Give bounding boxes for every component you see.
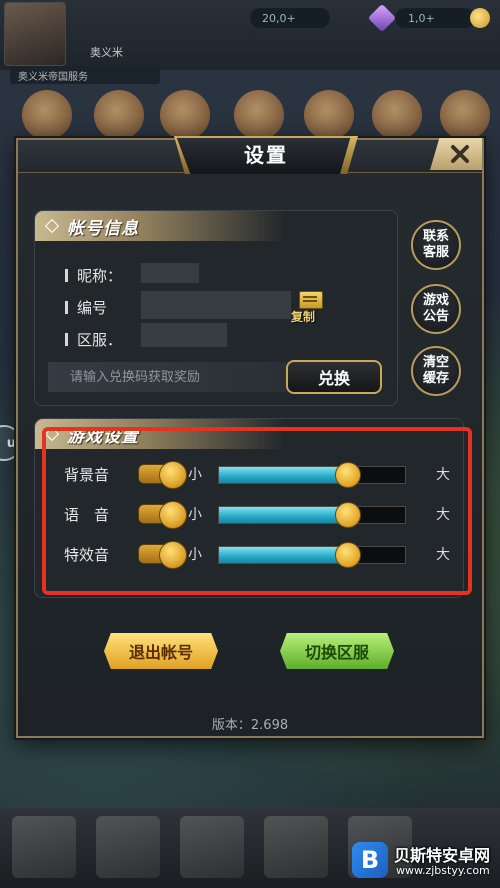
volume-slider[interactable] xyxy=(218,502,406,528)
audio-label: 语 音 xyxy=(64,506,110,524)
copy-id-button[interactable]: 复制 xyxy=(291,291,331,327)
bullet-bar xyxy=(65,301,68,314)
volume-max-label: 大 xyxy=(436,547,450,563)
redeem-button[interactable]: 兑换 xyxy=(286,360,382,394)
toggle-knob xyxy=(159,461,187,489)
nickname-label: 昵称： xyxy=(77,267,123,285)
clear-cache-button[interactable]: 清空 缓存 xyxy=(411,346,461,396)
nickname-value-masked xyxy=(141,263,199,283)
watermark-url: www.zjbstyy.com xyxy=(396,864,490,877)
close-x-icon xyxy=(451,145,469,163)
redeem-code-input[interactable] xyxy=(48,362,286,392)
audio-toggle[interactable] xyxy=(138,501,187,529)
contact-support-label: 联系 客服 xyxy=(422,229,449,260)
volume-slider-handle[interactable] xyxy=(335,502,362,528)
volume-slider[interactable] xyxy=(218,542,406,568)
volume-slider-handle[interactable] xyxy=(335,462,362,488)
nav-tile[interactable] xyxy=(12,816,76,878)
audio-label: 特效音 xyxy=(64,546,110,564)
hero-portrait[interactable] xyxy=(22,90,72,140)
audio-row: 背景音 小 大 xyxy=(62,461,462,489)
gem-icon xyxy=(367,3,397,33)
hero-portrait[interactable] xyxy=(304,90,354,140)
volume-max-label: 大 xyxy=(436,507,450,523)
hero-portrait[interactable] xyxy=(160,90,210,140)
top-hud: 奥义米 20,0+ 1,0+ xyxy=(0,0,500,70)
audio-toggle[interactable] xyxy=(138,541,187,569)
audio-toggle[interactable] xyxy=(138,461,187,489)
volume-slider[interactable] xyxy=(218,462,406,488)
settings-dialog: 设置 帐号信息 昵称： 编号 区服． 复制 兑换 xyxy=(16,136,484,738)
dialog-title: 设置 xyxy=(244,143,288,167)
watermark-title: 贝斯特安卓网 xyxy=(394,846,491,865)
copy-icon xyxy=(299,291,323,309)
player-name: 奥义米 xyxy=(90,46,123,59)
resource-pill-2 xyxy=(395,8,475,28)
bullet-bar xyxy=(65,269,68,282)
id-label: 编号 xyxy=(77,299,108,317)
section-title-game: 游戏设置 xyxy=(67,427,139,447)
version-text: 版本：2.698 xyxy=(211,718,289,733)
id-value-masked xyxy=(141,291,291,319)
resource-value-2: 1,0+ xyxy=(408,12,435,25)
volume-min-label: 小 xyxy=(188,547,202,563)
contact-support-button[interactable]: 联系 客服 xyxy=(411,220,461,270)
resource-value-1: 20,0+ xyxy=(262,12,296,25)
watermark-logo: B xyxy=(352,842,388,878)
volume-slider-fill xyxy=(219,547,348,563)
volume-slider-handle[interactable] xyxy=(335,542,362,568)
clear-cache-label: 清空 缓存 xyxy=(422,355,449,386)
volume-slider-fill xyxy=(219,467,348,483)
volume-min-label: 小 xyxy=(188,467,202,483)
nav-tile[interactable] xyxy=(96,816,160,878)
audio-row: 语 音小大 xyxy=(62,501,462,529)
section-title-account: 帐号信息 xyxy=(67,219,139,239)
server-value-masked xyxy=(141,323,227,347)
nav-tile[interactable] xyxy=(264,816,328,878)
announcement-label: 游戏 公告 xyxy=(422,293,449,324)
player-avatar[interactable] xyxy=(4,2,66,66)
nav-tile[interactable] xyxy=(180,816,244,878)
notice-text: 奥义米帝国服务 xyxy=(18,72,88,83)
toggle-knob xyxy=(159,541,187,569)
logout-button[interactable]: 退出帐号 xyxy=(104,633,218,669)
hero-portrait[interactable] xyxy=(440,90,490,140)
volume-min-label: 小 xyxy=(188,507,202,523)
audio-row: 特效音 小 大 xyxy=(62,541,462,569)
switch-server-button[interactable]: 切换区服 xyxy=(280,633,394,669)
coin-icon xyxy=(470,8,490,28)
hero-portrait[interactable] xyxy=(372,90,422,140)
volume-max-label: 大 xyxy=(436,467,450,483)
hero-portrait[interactable] xyxy=(94,90,144,140)
audio-label: 背景音 xyxy=(64,466,110,484)
volume-slider-fill xyxy=(219,507,348,523)
copy-label: 复制 xyxy=(291,310,316,324)
toggle-knob xyxy=(159,501,187,529)
hero-portrait[interactable] xyxy=(234,90,284,140)
bullet-bar xyxy=(65,333,68,346)
server-label: 区服． xyxy=(77,331,123,349)
announcement-button[interactable]: 游戏 公告 xyxy=(411,284,461,334)
watermark: B 贝斯特安卓网 www.zjbstyy.com xyxy=(352,836,500,886)
